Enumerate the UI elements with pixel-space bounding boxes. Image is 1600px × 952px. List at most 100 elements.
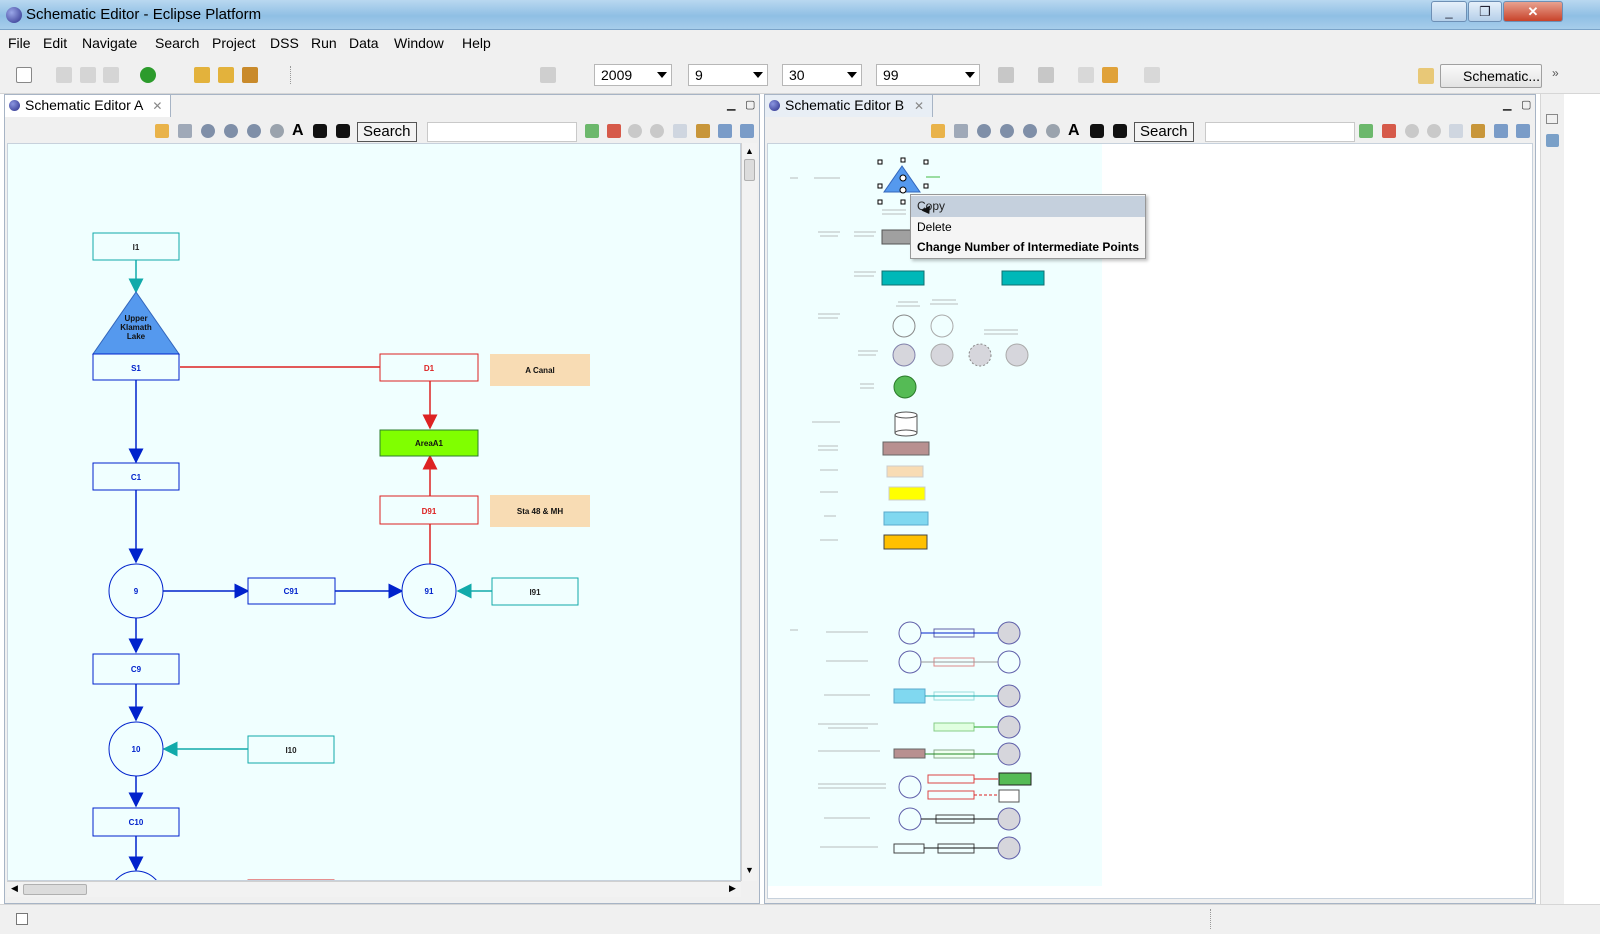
- zoom-in-icon[interactable]: [977, 124, 991, 138]
- tab-editor-b[interactable]: Schematic Editor B ✕: [765, 95, 934, 117]
- node-upper-klamath-lake[interactable]: Upper Klamath Lake: [92, 291, 180, 355]
- magnifier-icon[interactable]: [270, 124, 284, 138]
- print-icon[interactable]: [1494, 124, 1508, 138]
- legend-circle-2[interactable]: [930, 314, 954, 338]
- redo-icon[interactable]: [650, 124, 664, 138]
- perspective-button[interactable]: Schematic...: [1440, 64, 1542, 88]
- node-9[interactable]: 9: [108, 563, 164, 619]
- font-icon[interactable]: A: [1068, 122, 1082, 139]
- menu-help[interactable]: Help: [462, 35, 491, 51]
- vertical-scrollbar[interactable]: ▲ ▼: [741, 143, 757, 881]
- run-icon[interactable]: [140, 67, 156, 83]
- menu-project[interactable]: Project: [212, 35, 256, 51]
- redo-icon[interactable]: [1427, 124, 1441, 138]
- export-icon[interactable]: [931, 124, 945, 138]
- close-button[interactable]: ✕: [1503, 1, 1563, 22]
- save-icon[interactable]: [178, 124, 192, 138]
- node-d91[interactable]: D91: [379, 495, 479, 525]
- day-combo[interactable]: 30: [782, 64, 862, 86]
- search-button[interactable]: Search: [357, 122, 417, 142]
- menu-dss[interactable]: DSS: [270, 35, 299, 51]
- legend-teal-rect-2[interactable]: [1001, 270, 1045, 286]
- previous-icon[interactable]: [1090, 124, 1104, 138]
- number-combo[interactable]: 99: [876, 64, 980, 86]
- maximize-view-icon[interactable]: ▢: [745, 98, 755, 111]
- save-icon[interactable]: [954, 124, 968, 138]
- print-icon[interactable]: [718, 124, 732, 138]
- node-i1[interactable]: I1: [92, 232, 180, 261]
- vertical-scroll-thumb[interactable]: [744, 159, 755, 181]
- zoom-out-icon[interactable]: [224, 124, 238, 138]
- menu-window[interactable]: Window: [394, 35, 444, 51]
- legend-gray-circle-4[interactable]: [1005, 343, 1029, 367]
- zoom-fit-icon[interactable]: [1023, 124, 1037, 138]
- label-a-canal[interactable]: A Canal: [490, 354, 590, 386]
- previous-icon[interactable]: [313, 124, 327, 138]
- export-icon[interactable]: [155, 124, 169, 138]
- legend-gray-circle-2[interactable]: [930, 343, 954, 367]
- last-edit-icon[interactable]: [1078, 67, 1094, 83]
- forward-arrow-icon[interactable]: [1144, 67, 1160, 83]
- node-91[interactable]: 91: [401, 563, 457, 619]
- paste-icon[interactable]: [696, 124, 710, 138]
- save-icon[interactable]: [56, 67, 72, 83]
- outline-view-icon[interactable]: [1546, 134, 1559, 147]
- brush-icon[interactable]: [242, 67, 258, 83]
- menu-data[interactable]: Data: [349, 35, 379, 51]
- node-s1[interactable]: S1: [92, 353, 180, 381]
- schematic-canvas-a[interactable]: I1 Upper Klamath Lake S1 D1 A Canal Area…: [7, 143, 741, 881]
- legend-circle[interactable]: [892, 314, 916, 338]
- open-perspective-icon[interactable]: [1418, 68, 1434, 84]
- search-input[interactable]: [1205, 122, 1355, 142]
- tab-editor-a[interactable]: Schematic Editor A ✕: [5, 95, 172, 117]
- undo-icon[interactable]: [628, 124, 642, 138]
- node-area-a1[interactable]: AreaA1: [379, 429, 479, 457]
- search-input[interactable]: [427, 122, 577, 142]
- zoom-out-icon[interactable]: [1000, 124, 1014, 138]
- open-folder-icon[interactable]: [218, 67, 234, 83]
- maximize-view-icon[interactable]: ▢: [1521, 98, 1531, 111]
- legend-gray-rect[interactable]: [881, 229, 913, 245]
- delete-icon[interactable]: [1382, 124, 1396, 138]
- node-c1[interactable]: C1: [92, 462, 180, 491]
- scroll-up-icon[interactable]: ▲: [745, 146, 754, 156]
- node-d1[interactable]: D1: [379, 353, 479, 382]
- next-annotation-icon[interactable]: [998, 67, 1014, 83]
- legend-gray-circle[interactable]: [892, 343, 916, 367]
- legend-gray-circle-3[interactable]: [968, 343, 992, 367]
- paste-icon[interactable]: [1471, 124, 1485, 138]
- legend-brown-rect[interactable]: [882, 441, 930, 456]
- chevron-right-icon[interactable]: »: [1552, 66, 1559, 80]
- scroll-left-icon[interactable]: ◀: [11, 883, 18, 894]
- node-c9[interactable]: C9: [92, 653, 180, 685]
- year-combo[interactable]: 2009: [594, 64, 672, 86]
- node-c91[interactable]: C91: [247, 577, 336, 605]
- context-menu-change-intermediate-points[interactable]: Change Number of Intermediate Points: [911, 237, 1145, 258]
- minimize-view-icon[interactable]: ▁: [1503, 98, 1511, 111]
- undo-icon[interactable]: [1405, 124, 1419, 138]
- import-icon[interactable]: [585, 124, 599, 138]
- scroll-right-icon[interactable]: ▶: [729, 883, 736, 894]
- open-type-icon[interactable]: [194, 67, 210, 83]
- node-i91[interactable]: I91: [491, 577, 579, 606]
- menu-search[interactable]: Search: [155, 35, 199, 51]
- magnifier-icon[interactable]: [1046, 124, 1060, 138]
- copy-icon[interactable]: [673, 124, 687, 138]
- back-arrow-icon[interactable]: [1102, 67, 1118, 83]
- font-icon[interactable]: A: [292, 122, 306, 139]
- zoom-in-icon[interactable]: [201, 124, 215, 138]
- legend-lightblue-rect[interactable]: [883, 511, 929, 526]
- print-icon[interactable]: [103, 67, 119, 83]
- horizontal-scrollbar[interactable]: ◀ ▶: [7, 881, 741, 897]
- node-10[interactable]: 10: [108, 721, 164, 777]
- schematic-canvas-b[interactable]: [767, 143, 1533, 899]
- search-button[interactable]: Search: [1134, 122, 1194, 142]
- legend-label-rect[interactable]: [886, 465, 924, 478]
- legend-yellow-rect[interactable]: [888, 486, 926, 501]
- node-partial-circle[interactable]: [109, 870, 163, 881]
- minimize-view-icon[interactable]: ▁: [727, 98, 735, 111]
- next-icon[interactable]: [336, 124, 350, 138]
- menu-navigate[interactable]: Navigate: [82, 35, 137, 51]
- legend-green-circle[interactable]: [893, 375, 917, 399]
- layout-icon[interactable]: [740, 124, 754, 138]
